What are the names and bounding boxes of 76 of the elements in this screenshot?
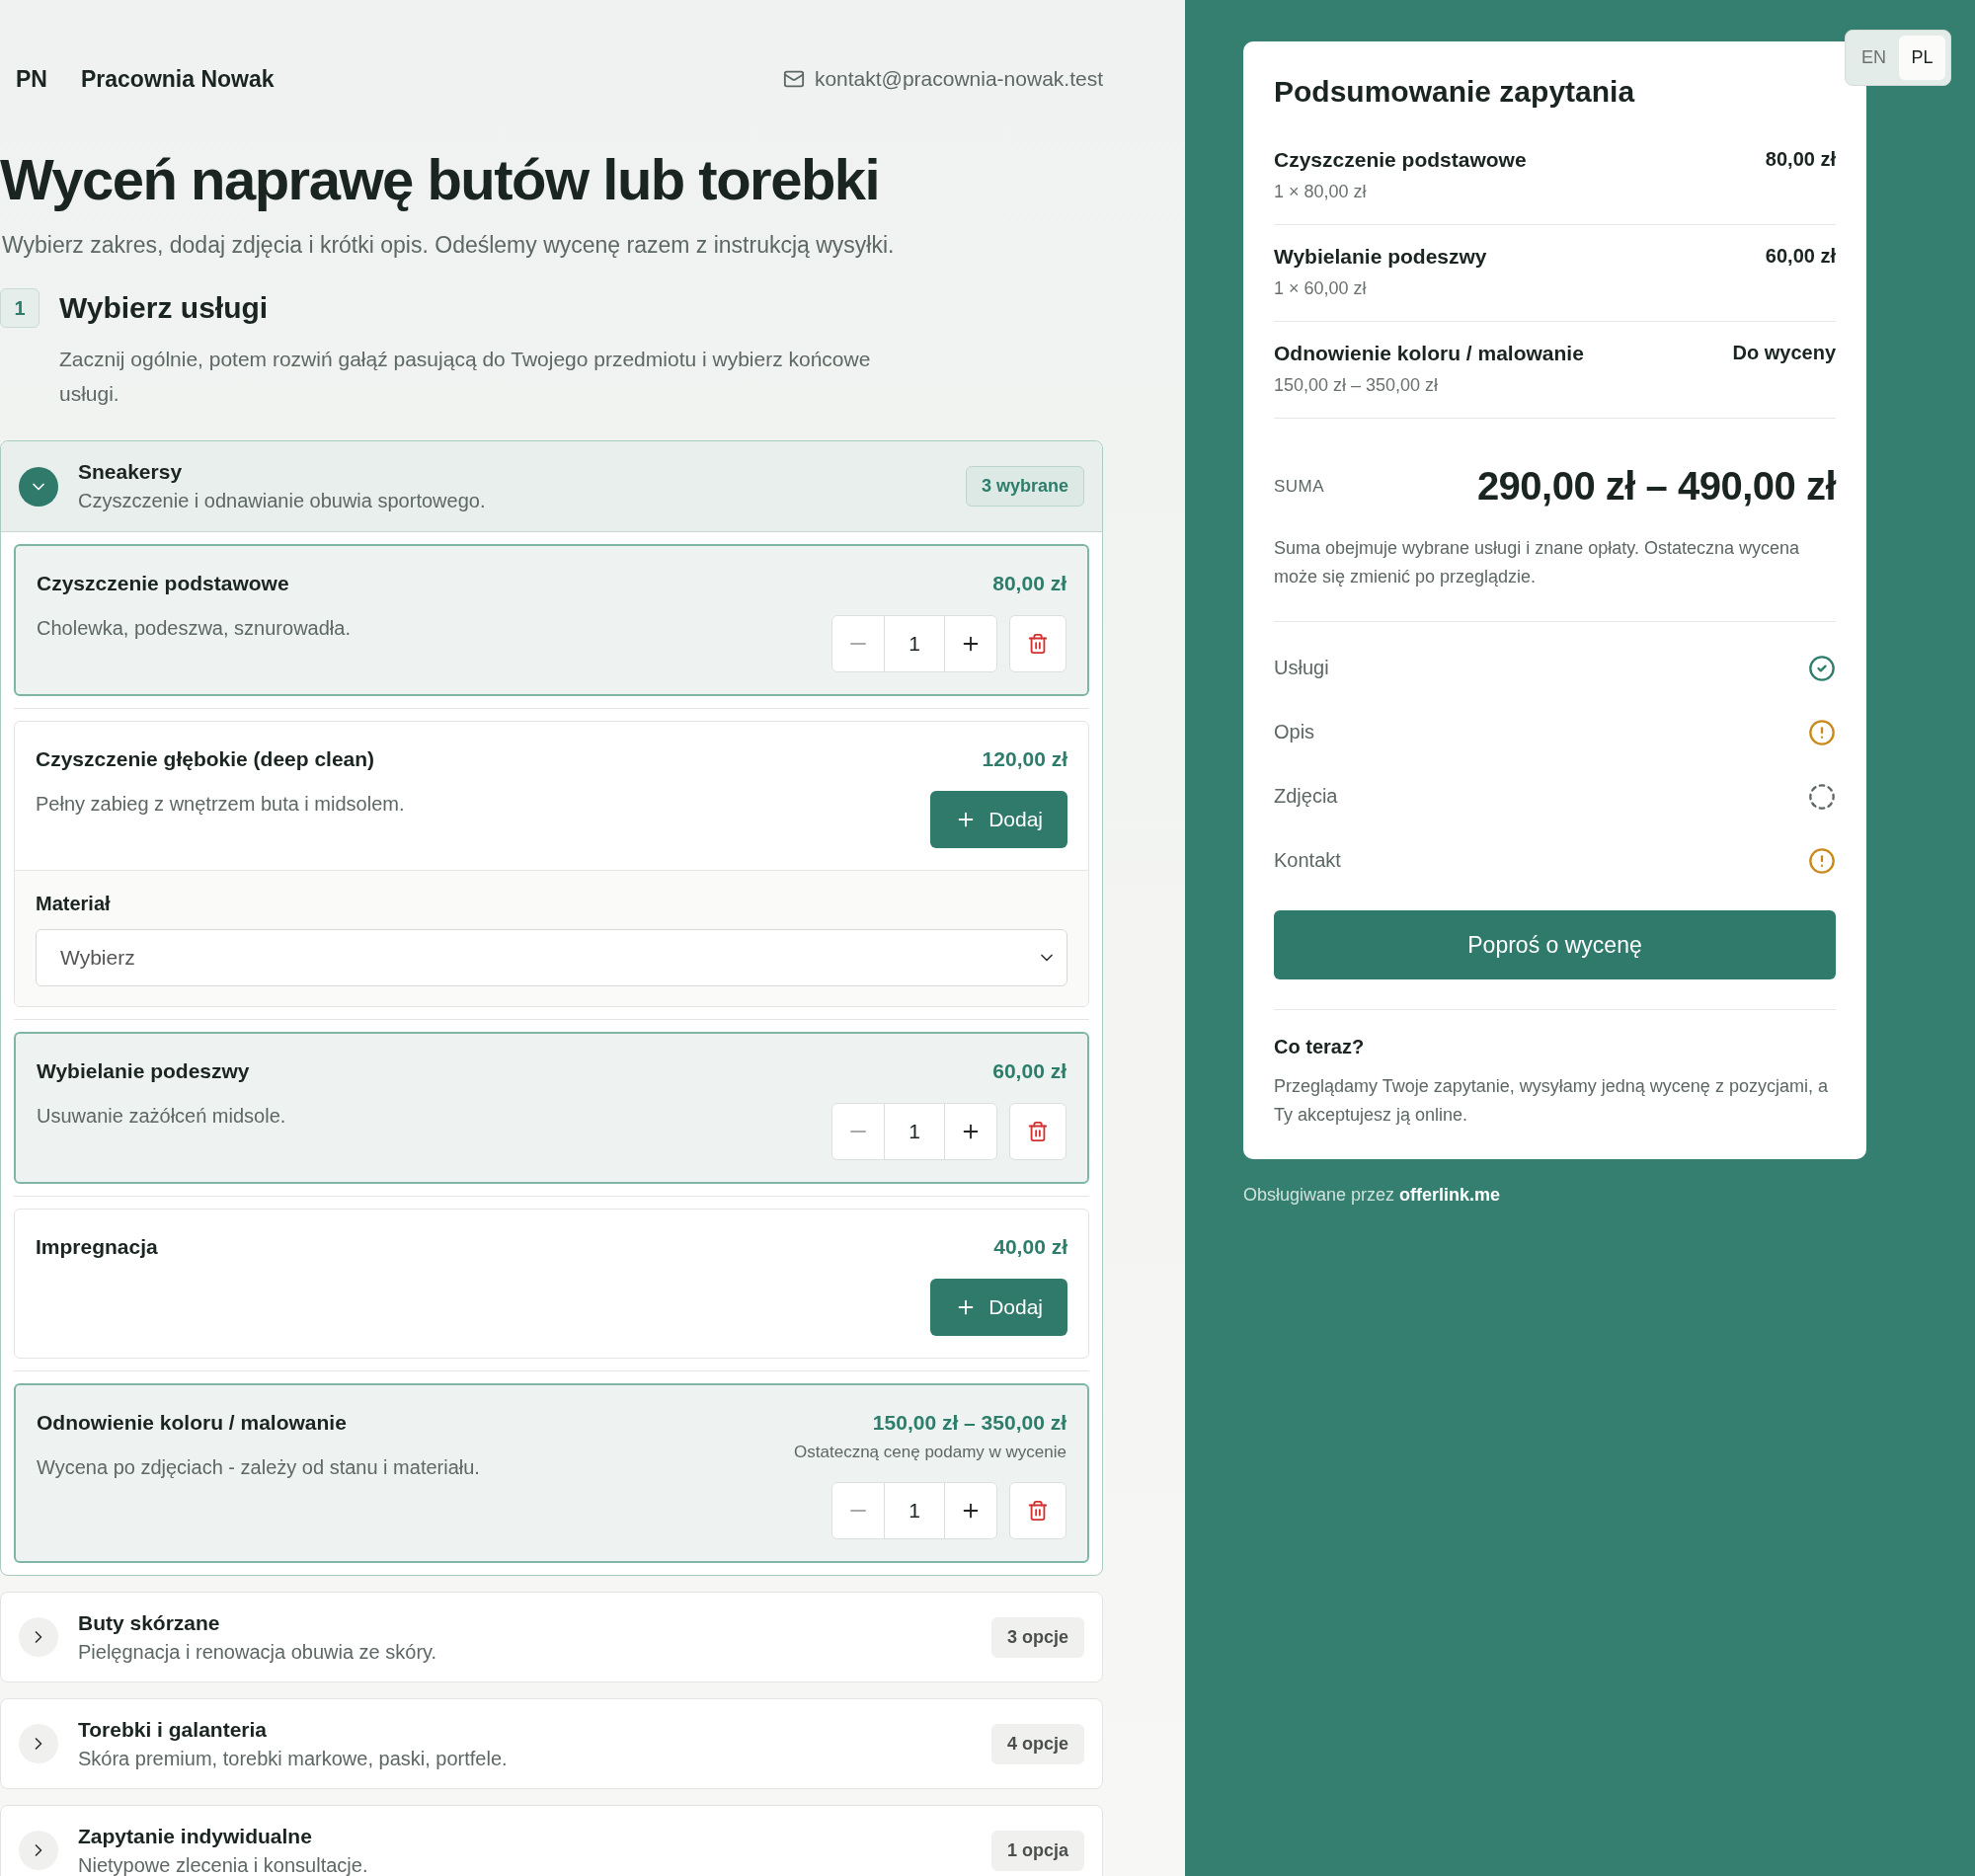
category-name: Zapytanie indywidualne: [78, 1824, 313, 1848]
item-detail: 1 × 60,00 zł: [1274, 278, 1368, 299]
service-price: 150,00 zł – 350,00 zł: [872, 1411, 1066, 1435]
trash-icon: [1027, 633, 1049, 655]
next-steps-title: Co teraz?: [1274, 1036, 1366, 1058]
item-amount: 80,00 zł: [1765, 148, 1836, 172]
request-quote-button[interactable]: Poproś o wycenę: [1274, 910, 1836, 979]
step-number: 1: [0, 288, 40, 328]
minus-icon: [850, 1131, 866, 1133]
category-description: Pielęgnacja i renowacja obuwia ze skóry.: [78, 1640, 437, 1664]
count-badge: 3 wybrane: [965, 466, 1084, 507]
category-header[interactable]: Sneakersy Czyszczenie i odnawianie obuwia sportowego. 3 wybrane: [1, 441, 1102, 532]
language-option[interactable]: PL: [1899, 36, 1945, 80]
add-button[interactable]: Dodaj: [930, 1279, 1067, 1336]
item-amount: 60,00 zł: [1765, 245, 1836, 269]
service-description: Usuwanie zażółceń midsole.: [37, 1105, 287, 1128]
category-name: Buty skórzane: [78, 1610, 221, 1635]
material-select[interactable]: Wybierz: [36, 929, 1067, 986]
total-amount: 290,00 zł – 490,00 zł: [1476, 464, 1836, 508]
price-note: Ostateczną cenę podamy w wycenie: [794, 1443, 1066, 1462]
service-description: Wycena po zdjęciach - zależy od stanu i materiału.: [37, 1456, 481, 1479]
trash-icon: [1027, 1121, 1049, 1142]
total-note: Suma obejmuje wybrane usługi i znane opłaty. Ostateczna wycena może się zmienić po przeglądzie.: [1274, 534, 1836, 622]
brand-name: Pracownia Nowak: [80, 65, 275, 93]
category-header[interactable]: Zapytanie indywidualne Nietypowe zlecenia i konsultacje. 1 opcja: [1, 1806, 1102, 1876]
item-detail: 1 × 80,00 zł: [1274, 182, 1368, 202]
service-description: Cholewka, podeszwa, sznurowadła.: [37, 617, 352, 640]
checklist-label: Usługi: [1274, 657, 1329, 679]
service-name: Odnowienie koloru / malowanie: [37, 1411, 348, 1435]
item-name: Czyszczenie podstawowe: [1274, 148, 1527, 172]
category-description: Nietypowe zlecenia i konsultacje.: [78, 1853, 368, 1876]
delete-button[interactable]: [1009, 1103, 1066, 1160]
service-description: Pełny zabieg z wnętrzem buta i midsolem.: [36, 793, 406, 816]
mail-icon: [782, 68, 805, 90]
page-subtitle: Wybierz zakres, dodaj zdjęcia i krótki opis. Odeślemy wycenę razem z instrukcją wysyłki.: [2, 232, 896, 259]
trash-icon: [1027, 1500, 1049, 1522]
category-description: Skóra premium, torebki markowe, paski, portfele.: [78, 1747, 508, 1770]
category-name: Torebki i galanteria: [78, 1717, 268, 1742]
delete-button[interactable]: [1009, 615, 1066, 672]
count-badge: 1 opcja: [990, 1830, 1084, 1871]
step-title: Wybierz usługi: [59, 291, 269, 325]
category-header[interactable]: Buty skórzane Pielęgnacja i renowacja obuwia ze skóry. 3 opcje: [1, 1593, 1102, 1681]
count-badge: 4 opcje: [990, 1723, 1084, 1764]
item-name: Wybielanie podeszwy: [1274, 245, 1487, 269]
page-title: Wyceń naprawę butów lub torebki: [0, 146, 881, 212]
count-badge: 3 opcje: [990, 1616, 1084, 1658]
total-label: SUMA: [1274, 476, 1325, 497]
service-price: 40,00 zł: [993, 1235, 1067, 1259]
item-name: Odnowienie koloru / malowanie: [1274, 342, 1584, 365]
item-detail: 150,00 zł – 350,00 zł: [1274, 375, 1440, 396]
service-price: 120,00 zł: [982, 747, 1067, 771]
checklist-label: Zdjęcia: [1274, 785, 1338, 808]
minus-icon: [850, 1510, 866, 1512]
item-amount: Do wyceny: [1732, 342, 1836, 365]
delete-button[interactable]: [1009, 1482, 1066, 1539]
service-price: 80,00 zł: [992, 572, 1066, 595]
minus-icon: [850, 643, 866, 645]
powered-by-text: Obsługiwane przez offerlink.me: [1243, 1185, 1502, 1206]
category-name: Sneakersy: [78, 460, 184, 484]
checklist-label: Opis: [1274, 721, 1315, 743]
add-button[interactable]: Dodaj: [930, 791, 1067, 848]
category-description: Czyszczenie i odnawianie obuwia sportowego.: [78, 490, 486, 512]
service-name: Czyszczenie głębokie (deep clean): [36, 747, 376, 771]
logo-text: PN: [15, 65, 47, 93]
language-option[interactable]: EN: [1851, 36, 1897, 80]
category-header[interactable]: Torebki i galanteria Skóra premium, torebki markowe, paski, portfele. 4 opcje: [1, 1699, 1102, 1788]
step-description: Zacznij ogólnie, potem rozwiń gałąź pasującą do Twojego przedmiotu i wybierz końcowe usługi.: [59, 347, 872, 407]
service-name: Impregnacja: [36, 1235, 159, 1259]
checklist-label: Kontakt: [1274, 849, 1341, 872]
service-price: 60,00 zł: [992, 1059, 1066, 1083]
next-steps-text: Przeglądamy Twoje zapytanie, wysyłamy jedną wycenę z pozycjami, a Ty akceptujesz ją online.: [1274, 1075, 1829, 1127]
service-name: Wybielanie podeszwy: [37, 1059, 251, 1083]
option-label: Materiał: [36, 893, 112, 915]
email-link[interactable]: kontakt@pracownia-nowak.test: [782, 67, 1103, 91]
service-name: Czyszczenie podstawowe: [37, 572, 290, 595]
summary-title: Podsumowanie zapytania: [1274, 75, 1636, 109]
